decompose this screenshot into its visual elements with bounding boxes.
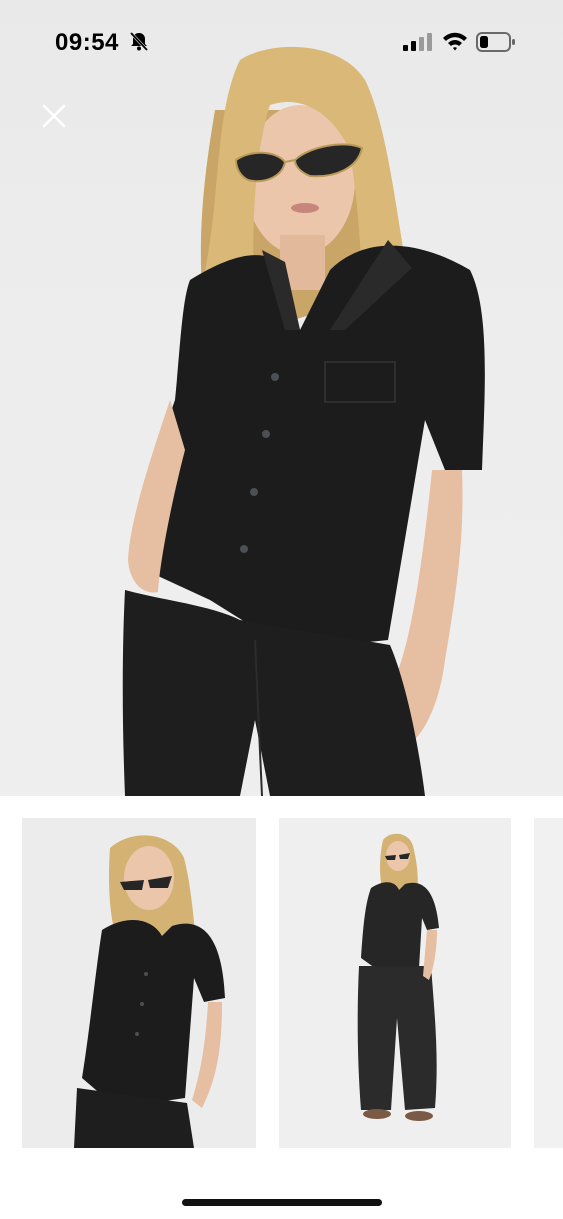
home-indicator bbox=[182, 1199, 382, 1206]
model-photo bbox=[122, 46, 485, 796]
wifi-icon bbox=[442, 31, 468, 56]
battery-low-icon bbox=[476, 32, 516, 57]
status-bar: 09:54 bbox=[0, 0, 563, 84]
thumbnail-3-partial[interactable] bbox=[534, 818, 563, 1148]
thumbnail-2[interactable] bbox=[279, 818, 511, 1148]
thumbnail-image-front bbox=[22, 818, 256, 1148]
status-time: 09:54 bbox=[55, 29, 119, 56]
main-product-image[interactable] bbox=[0, 0, 563, 796]
thumbnail-image-full-length bbox=[279, 818, 511, 1148]
thumbnail-strip[interactable] bbox=[0, 796, 563, 1176]
cellular-signal-icon bbox=[403, 33, 433, 56]
thumbnail-1-selected[interactable] bbox=[22, 818, 256, 1148]
close-button[interactable] bbox=[36, 98, 72, 134]
close-icon bbox=[42, 104, 66, 128]
product-image-viewer: 09:54 bbox=[0, 0, 563, 1219]
bell-slash-icon bbox=[128, 30, 150, 57]
